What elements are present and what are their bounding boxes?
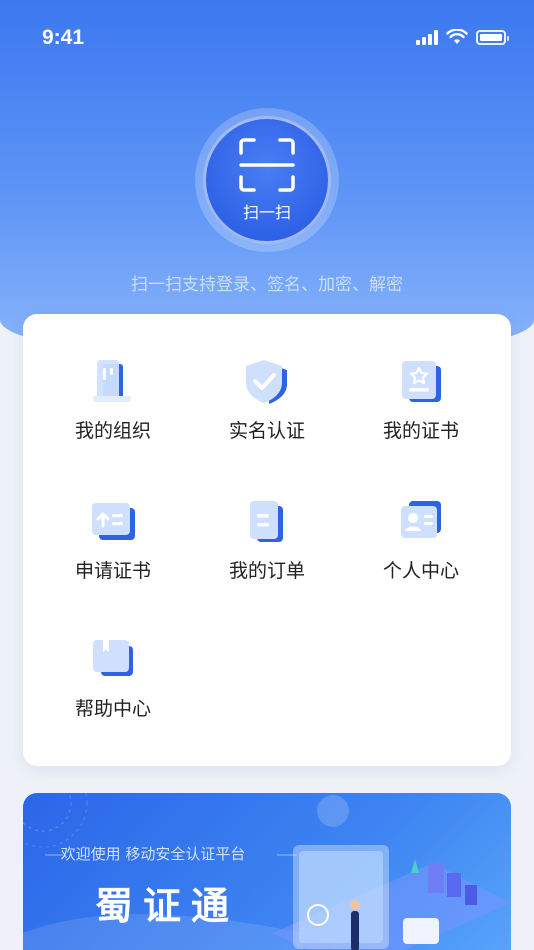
profile-card-icon <box>401 501 441 538</box>
menu-item-help-center[interactable]: 帮助中心 <box>33 636 193 721</box>
apply-certificate-icon <box>92 503 135 540</box>
organization-icon <box>93 360 131 402</box>
scan-frame-icon <box>239 138 295 192</box>
battery-icon <box>476 29 509 45</box>
scan-label: 扫一扫 <box>242 203 291 222</box>
menu-label: 个人中心 <box>382 560 459 582</box>
menu-card: 我的组织 实名认证 我的证书 申请证书 我的订单 个人中心 帮助中心 <box>23 314 511 766</box>
menu-label: 我的组织 <box>74 420 151 442</box>
status-bar: 9:41 <box>0 0 534 76</box>
scan-caption: 扫一扫支持登录、签名、加密、解密 <box>131 275 403 295</box>
scan-button-ring: 扫一扫 <box>195 108 339 252</box>
menu-item-real-name-auth[interactable]: 实名认证 <box>187 358 347 443</box>
banner-title: 蜀证通 <box>95 884 240 928</box>
menu-label: 实名认证 <box>228 420 305 442</box>
menu-item-my-certificate[interactable]: 我的证书 <box>341 358 501 443</box>
menu-item-my-organization[interactable]: 我的组织 <box>33 358 193 443</box>
menu-label: 申请证书 <box>74 560 151 582</box>
shield-check-icon <box>246 360 287 404</box>
banner-subtitle: 欢迎使用 移动安全认证平台 <box>60 845 246 863</box>
order-icon <box>250 501 283 542</box>
wifi-icon <box>446 29 468 44</box>
help-book-icon <box>93 640 133 676</box>
scan-button[interactable]: 扫一扫 <box>203 116 331 244</box>
menu-item-apply-certificate[interactable]: 申请证书 <box>33 498 193 583</box>
menu-label: 我的证书 <box>382 420 459 442</box>
menu-label: 帮助中心 <box>74 698 151 720</box>
signal-icon <box>416 29 438 45</box>
promo-banner[interactable]: 欢迎使用 移动安全认证平台 蜀证通 <box>23 793 511 950</box>
menu-item-my-orders[interactable]: 我的订单 <box>187 498 347 583</box>
status-icons <box>416 29 509 45</box>
menu-label: 我的订单 <box>228 560 305 582</box>
certificate-icon <box>402 361 441 402</box>
status-time: 9:41 <box>42 26 85 49</box>
menu-item-personal-center[interactable]: 个人中心 <box>341 498 501 583</box>
